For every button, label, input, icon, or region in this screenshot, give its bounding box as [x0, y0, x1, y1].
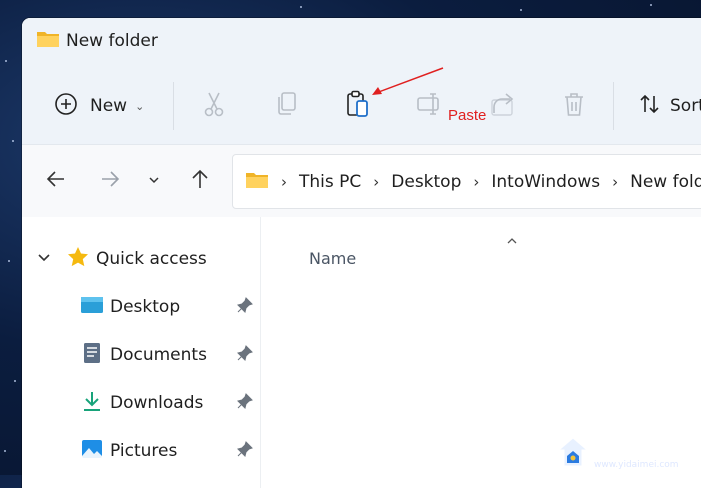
nav-item-downloads[interactable]: Downloads [80, 388, 260, 418]
trash-icon [562, 91, 586, 121]
quick-access-label: Quick access [96, 249, 207, 269]
copy-button[interactable] [273, 88, 301, 124]
address-bar[interactable]: › This PC › Desktop › IntoWindows › New … [232, 154, 701, 209]
breadcrumb-chevron: › [281, 172, 287, 191]
forward-button[interactable] [96, 167, 124, 195]
file-explorer-window: New folder New ⌄ Sor Paste › This PC › D… [22, 18, 701, 488]
command-bar: New ⌄ Sor Paste [22, 64, 701, 145]
sort-button-label: Sort [670, 96, 701, 116]
back-button[interactable] [42, 167, 70, 195]
pin-icon[interactable] [236, 392, 254, 414]
watermark-title: 纯净系统家园 [594, 442, 684, 459]
title-bar: New folder [22, 18, 701, 64]
up-button[interactable] [186, 167, 214, 195]
breadcrumb-new-folder[interactable]: New folder [630, 172, 701, 192]
sort-caret-icon [506, 231, 518, 250]
nav-item-pictures[interactable]: Pictures [80, 436, 260, 466]
pictures-icon [80, 437, 104, 465]
navigation-bar: › This PC › Desktop › IntoWindows › New … [22, 145, 701, 217]
toolbar-divider [613, 82, 614, 130]
chevron-down-icon: ⌄ [135, 99, 145, 113]
navigation-pane: Quick access Desktop Documents Downloads… [22, 217, 261, 488]
paste-button[interactable] [344, 88, 372, 124]
share-button[interactable] [489, 88, 517, 124]
breadcrumb-chevron: › [373, 172, 380, 191]
rename-button[interactable] [415, 88, 443, 124]
arrow-left-icon [45, 168, 67, 194]
chevron-down-icon [36, 249, 52, 269]
breadcrumb-intowindows[interactable]: IntoWindows [491, 172, 600, 192]
breadcrumb-chevron: › [612, 172, 619, 191]
new-button-label: New [90, 96, 128, 116]
documents-icon [80, 341, 104, 369]
nav-item-label: Downloads [110, 393, 204, 413]
arrow-up-icon [189, 168, 211, 194]
sort-arrows-icon [638, 92, 662, 120]
chevron-down-icon [147, 172, 161, 191]
nav-item-documents[interactable]: Documents [80, 340, 260, 370]
nav-item-desktop[interactable]: Desktop [80, 292, 260, 322]
cut-button[interactable] [200, 88, 228, 124]
nav-item-label: Desktop [110, 297, 181, 317]
desktop-icon [80, 295, 104, 319]
folder-icon [245, 170, 269, 194]
plus-circle-icon [54, 92, 78, 120]
nav-item-label: Documents [110, 345, 207, 365]
pin-icon[interactable] [236, 440, 254, 462]
rename-icon [416, 91, 442, 121]
toolbar-divider [173, 82, 174, 130]
arrow-right-icon [99, 168, 121, 194]
breadcrumb-this-pc[interactable]: This PC [299, 172, 361, 192]
breadcrumb-chevron: › [473, 172, 480, 191]
sort-button[interactable]: Sort [638, 88, 701, 124]
breadcrumb-desktop[interactable]: Desktop [391, 172, 461, 192]
watermark-url: www.yidaimei.com [594, 459, 679, 470]
pin-icon[interactable] [236, 296, 254, 318]
recent-locations-button[interactable] [140, 167, 168, 195]
nav-item-label: Pictures [110, 441, 178, 461]
window-title: New folder [66, 31, 158, 51]
clipboard-icon [345, 90, 371, 122]
quick-access-item[interactable]: Quick access [36, 244, 207, 274]
folder-icon [36, 29, 60, 53]
new-button[interactable]: New ⌄ [54, 88, 144, 124]
pin-icon[interactable] [236, 344, 254, 366]
copy-icon [275, 91, 299, 121]
delete-button[interactable] [560, 88, 588, 124]
downloads-icon [80, 389, 104, 417]
watermark-logo-icon [556, 436, 590, 474]
column-header-name[interactable]: Name [309, 249, 356, 268]
share-icon [490, 91, 516, 121]
scissors-icon [202, 91, 226, 121]
watermark: 纯净系统家园 www.yidaimei.com [556, 434, 701, 475]
star-icon [66, 245, 90, 273]
paste-annotation-label: Paste [448, 107, 487, 124]
